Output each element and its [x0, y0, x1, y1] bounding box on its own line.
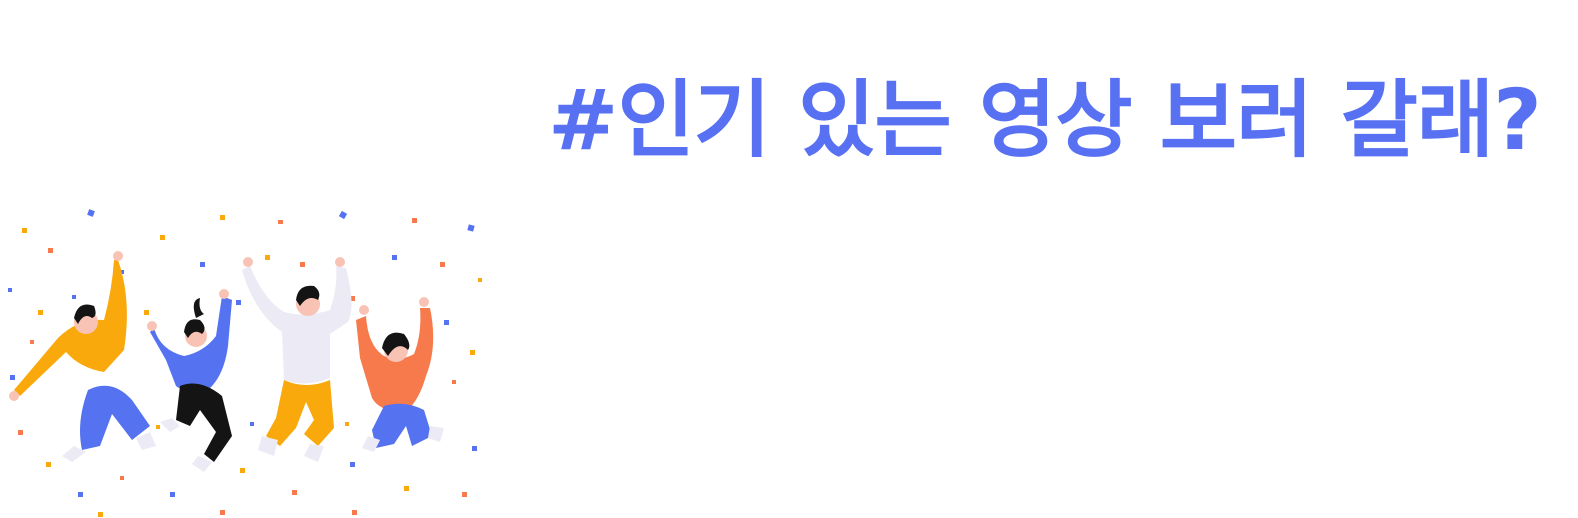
page-headline: #인기 있는 영상 보러 갈래?: [548, 71, 1542, 169]
person-blue-sweater: [147, 289, 232, 472]
person-yellow-sweater: [9, 251, 156, 462]
person-orange-sweater: [356, 297, 444, 452]
jumping-people-illustration: [8, 209, 482, 517]
person-white-sweater: [242, 257, 352, 462]
